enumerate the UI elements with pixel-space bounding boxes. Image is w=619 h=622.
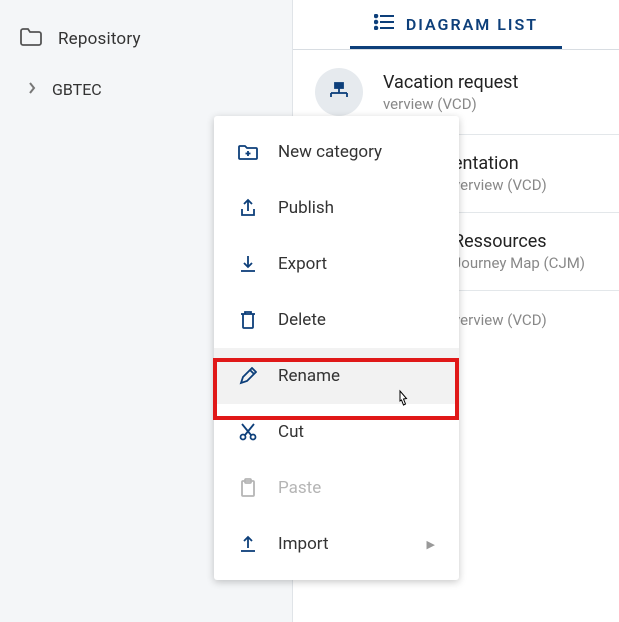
menu-import[interactable]: Import ▶ xyxy=(214,516,459,572)
sidebar-title: Repository xyxy=(58,29,141,49)
sidebar-header: Repository xyxy=(0,16,292,62)
diagram-text: Vacation request verview (VCD) xyxy=(383,72,518,113)
menu-label: Publish xyxy=(278,198,334,218)
rename-icon xyxy=(238,367,258,385)
diagram-text: entation verview (VCD) xyxy=(453,153,547,194)
menu-label: Rename xyxy=(278,366,340,386)
publish-icon xyxy=(238,198,258,218)
tree-item-gbtec[interactable]: GBTEC xyxy=(0,62,292,117)
diagram-title: entation xyxy=(453,153,547,174)
tab-diagram-list[interactable]: DIAGRAM LIST xyxy=(350,0,562,49)
chevron-right-icon xyxy=(28,82,36,97)
diagram-text: verview (VCD) xyxy=(453,309,547,329)
submenu-arrow-icon: ▶ xyxy=(427,538,435,551)
menu-new-category[interactable]: New category xyxy=(214,124,459,180)
new-folder-icon xyxy=(238,144,258,161)
diagram-title: Vacation request xyxy=(383,72,518,93)
context-menu: New category Publish Export Delete Renam… xyxy=(214,116,459,580)
menu-export[interactable]: Export xyxy=(214,236,459,292)
menu-cut[interactable]: Cut xyxy=(214,404,459,460)
diagram-title: Ressources xyxy=(453,231,585,252)
import-icon xyxy=(238,534,258,554)
menu-rename[interactable]: Rename xyxy=(214,348,459,404)
tab-bar: DIAGRAM LIST xyxy=(293,0,619,50)
diagram-subtype: Journey Map (CJM) xyxy=(453,254,585,272)
tab-label: DIAGRAM LIST xyxy=(406,15,538,34)
menu-label: Export xyxy=(278,254,327,274)
tree-item-label: GBTEC xyxy=(52,80,102,99)
menu-delete[interactable]: Delete xyxy=(214,292,459,348)
diagram-type-icon xyxy=(315,68,363,116)
folder-icon xyxy=(20,28,42,50)
diagram-text: Ressources Journey Map (CJM) xyxy=(453,231,585,272)
diagram-subtype: verview (VCD) xyxy=(383,95,518,113)
menu-label: Import xyxy=(278,534,329,554)
delete-icon xyxy=(238,310,258,330)
diagram-subtype: verview (VCD) xyxy=(453,176,547,194)
menu-label: Cut xyxy=(278,422,304,442)
diagram-subtype: verview (VCD) xyxy=(453,311,547,329)
menu-paste: Paste xyxy=(214,460,459,516)
list-icon xyxy=(374,14,394,34)
menu-publish[interactable]: Publish xyxy=(214,180,459,236)
menu-label: Paste xyxy=(278,478,321,498)
paste-icon xyxy=(238,478,258,498)
export-icon xyxy=(238,254,258,274)
menu-label: New category xyxy=(278,142,382,162)
cut-icon xyxy=(238,423,258,441)
menu-label: Delete xyxy=(278,310,326,330)
